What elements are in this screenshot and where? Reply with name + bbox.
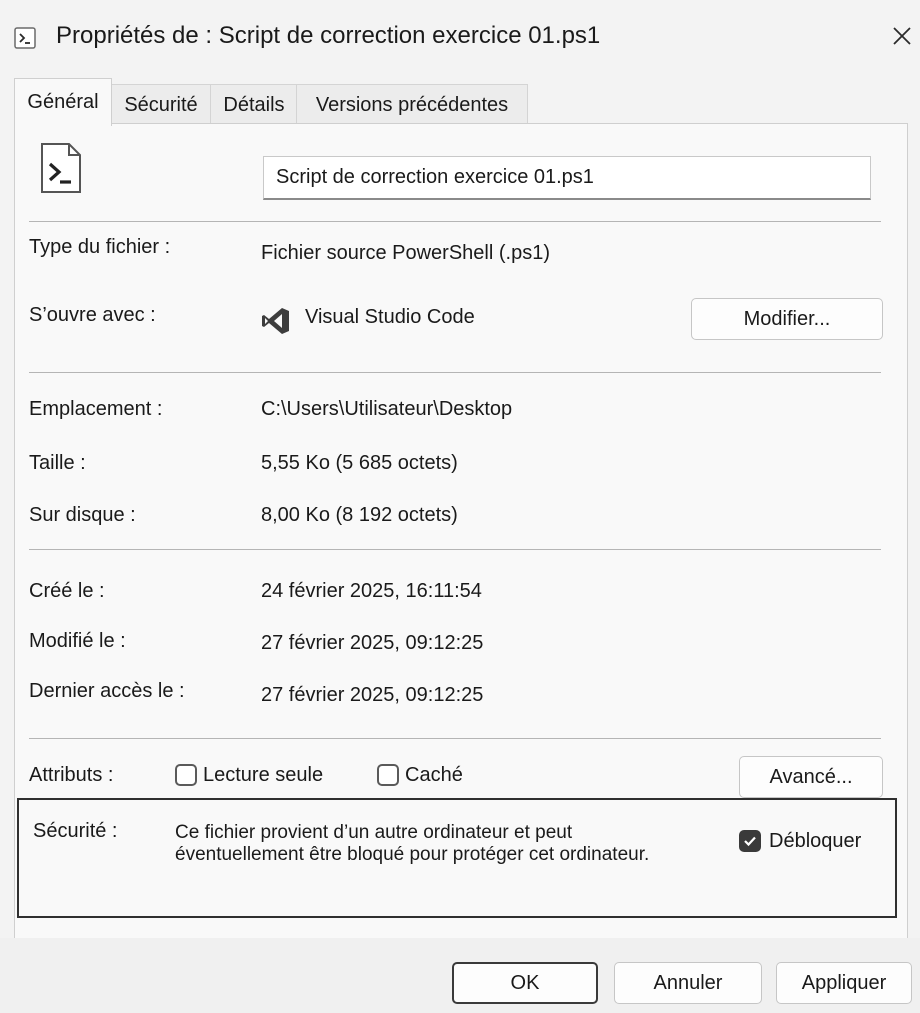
accessed-label: Dernier accès le :	[29, 680, 185, 702]
ok-button[interactable]: OK	[452, 962, 598, 1004]
powershell-icon	[14, 27, 36, 49]
apply-button[interactable]: Appliquer	[776, 962, 912, 1004]
unblock-label[interactable]: Débloquer	[769, 830, 861, 853]
general-panel: Type du fichier : Fichier source PowerSh…	[14, 123, 908, 940]
close-icon	[893, 27, 911, 45]
location-value: C:\Users\Utilisateur\Desktop	[261, 398, 513, 420]
security-notice: Sécurité : Ce fichier provient d’un autr…	[17, 798, 897, 918]
type-value: Fichier source PowerShell (.ps1)	[261, 242, 550, 264]
location-label: Emplacement :	[29, 398, 163, 420]
window-title: Propriétés de : Script de correction exe…	[56, 22, 601, 49]
file-name-input[interactable]	[263, 156, 871, 200]
vscode-icon	[262, 308, 289, 334]
attributes-label: Attributs :	[29, 764, 114, 786]
tab-security[interactable]: Sécurité	[110, 84, 212, 125]
opens-with-app: Visual Studio Code	[305, 306, 475, 328]
security-message-line: éventuellement être bloqué pour protéger…	[175, 844, 650, 865]
advanced-button[interactable]: Avancé...	[739, 756, 883, 798]
tab-previous-versions[interactable]: Versions précédentes	[296, 84, 528, 125]
security-message: Ce fichier provient d’un autre ordinateu…	[175, 822, 735, 866]
separator	[29, 372, 881, 373]
close-button[interactable]	[884, 14, 920, 58]
separator	[29, 549, 881, 550]
tab-general[interactable]: Général	[14, 78, 112, 126]
created-label: Créé le :	[29, 580, 105, 602]
hidden-label[interactable]: Caché	[405, 764, 463, 787]
hidden-checkbox[interactable]	[377, 764, 399, 786]
disk-size-label: Sur disque :	[29, 504, 136, 526]
readonly-label[interactable]: Lecture seule	[203, 764, 323, 787]
readonly-checkbox[interactable]	[175, 764, 197, 786]
unblock-checkbox[interactable]	[739, 830, 761, 852]
separator	[29, 738, 881, 739]
tab-details[interactable]: Détails	[210, 84, 298, 125]
size-label: Taille :	[29, 452, 86, 474]
opens-with-label: S’ouvre avec :	[29, 304, 156, 326]
disk-size-value: 8,00 Ko (8 192 octets)	[261, 504, 458, 526]
tab-bar: Général Sécurité Détails Versions précéd…	[14, 78, 914, 126]
title-bar: Propriétés de : Script de correction exe…	[0, 0, 920, 72]
checkmark-icon	[744, 836, 756, 847]
powershell-file-icon	[41, 143, 81, 193]
created-value: 24 février 2025, 16:11:54	[261, 580, 482, 602]
modified-label: Modifié le :	[29, 630, 126, 652]
cancel-button[interactable]: Annuler	[614, 962, 762, 1004]
modified-value: 27 février 2025, 09:12:25	[261, 632, 484, 654]
dialog-footer: OK Annuler Appliquer	[0, 938, 920, 1013]
type-label: Type du fichier :	[29, 236, 171, 258]
change-button[interactable]: Modifier...	[691, 298, 883, 340]
security-message-line: Ce fichier provient d’un autre ordinateu…	[175, 822, 573, 843]
accessed-value: 27 février 2025, 09:12:25	[261, 684, 484, 706]
separator	[29, 221, 881, 222]
size-value: 5,55 Ko (5 685 octets)	[261, 452, 458, 474]
security-label: Sécurité :	[33, 820, 118, 842]
